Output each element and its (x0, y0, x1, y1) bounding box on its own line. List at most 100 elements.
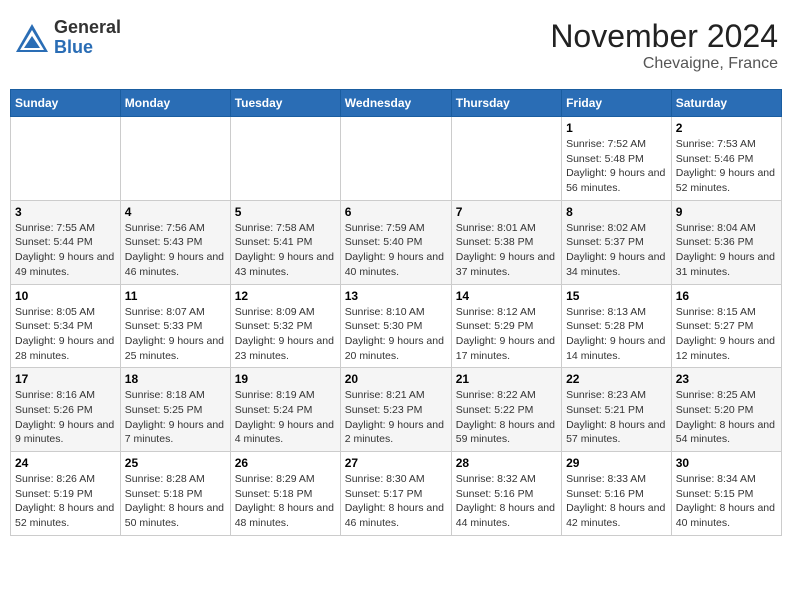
calendar-table: SundayMondayTuesdayWednesdayThursdayFrid… (10, 89, 782, 536)
calendar-cell: 29 Sunrise: 8:33 AM Sunset: 5:16 PM Dayli… (562, 452, 672, 536)
weekday-header: Monday (120, 90, 230, 117)
calendar-week-row: 10 Sunrise: 8:05 AM Sunset: 5:34 PM Dayli… (11, 284, 782, 368)
day-info: Sunrise: 8:29 AM Sunset: 5:18 PM Dayligh… (235, 472, 336, 531)
day-number: 3 (15, 205, 116, 219)
logo-general: General (54, 18, 121, 38)
calendar-cell: 11 Sunrise: 8:07 AM Sunset: 5:33 PM Dayli… (120, 284, 230, 368)
day-info: Sunrise: 8:34 AM Sunset: 5:15 PM Dayligh… (676, 472, 777, 531)
day-number: 7 (456, 205, 557, 219)
day-info: Sunrise: 8:10 AM Sunset: 5:30 PM Dayligh… (345, 305, 447, 364)
day-number: 23 (676, 372, 777, 386)
calendar-cell: 23 Sunrise: 8:25 AM Sunset: 5:20 PM Dayli… (671, 368, 781, 452)
day-number: 28 (456, 456, 557, 470)
day-info: Sunrise: 7:55 AM Sunset: 5:44 PM Dayligh… (15, 221, 116, 280)
calendar-cell: 30 Sunrise: 8:34 AM Sunset: 5:15 PM Dayli… (671, 452, 781, 536)
calendar-cell (230, 117, 340, 201)
calendar-cell: 21 Sunrise: 8:22 AM Sunset: 5:22 PM Dayli… (451, 368, 561, 452)
day-number: 2 (676, 121, 777, 135)
day-info: Sunrise: 8:32 AM Sunset: 5:16 PM Dayligh… (456, 472, 557, 531)
day-info: Sunrise: 8:07 AM Sunset: 5:33 PM Dayligh… (125, 305, 226, 364)
day-info: Sunrise: 8:18 AM Sunset: 5:25 PM Dayligh… (125, 388, 226, 447)
calendar-cell (11, 117, 121, 201)
title-area: November 2024 Chevaigne, France (550, 18, 778, 73)
day-info: Sunrise: 8:25 AM Sunset: 5:20 PM Dayligh… (676, 388, 777, 447)
logo-icon (14, 20, 50, 56)
logo-blue: Blue (54, 38, 121, 58)
day-info: Sunrise: 8:02 AM Sunset: 5:37 PM Dayligh… (566, 221, 667, 280)
calendar-week-row: 1Sunrise: 7:52 AM Sunset: 5:48 PM Daylig… (11, 117, 782, 201)
day-info: Sunrise: 8:16 AM Sunset: 5:26 PM Dayligh… (15, 388, 116, 447)
day-info: Sunrise: 7:56 AM Sunset: 5:43 PM Dayligh… (125, 221, 226, 280)
calendar-cell (451, 117, 561, 201)
calendar-cell: 3 Sunrise: 7:55 AM Sunset: 5:44 PM Daylig… (11, 200, 121, 284)
day-info: Sunrise: 8:33 AM Sunset: 5:16 PM Dayligh… (566, 472, 667, 531)
day-info: Sunrise: 8:13 AM Sunset: 5:28 PM Dayligh… (566, 305, 667, 364)
calendar-cell: 20Sunrise: 8:21 AM Sunset: 5:23 PM Dayli… (340, 368, 451, 452)
day-info: Sunrise: 8:23 AM Sunset: 5:21 PM Dayligh… (566, 388, 667, 447)
weekday-header: Saturday (671, 90, 781, 117)
calendar-cell: 5 Sunrise: 7:58 AM Sunset: 5:41 PM Daylig… (230, 200, 340, 284)
day-info: Sunrise: 8:01 AM Sunset: 5:38 PM Dayligh… (456, 221, 557, 280)
day-number: 30 (676, 456, 777, 470)
calendar-cell: 15 Sunrise: 8:13 AM Sunset: 5:28 PM Dayli… (562, 284, 672, 368)
day-number: 10 (15, 289, 116, 303)
calendar-cell: 10 Sunrise: 8:05 AM Sunset: 5:34 PM Dayli… (11, 284, 121, 368)
day-info: Sunrise: 8:21 AM Sunset: 5:23 PM Dayligh… (345, 388, 447, 447)
day-number: 5 (235, 205, 336, 219)
day-number: 9 (676, 205, 777, 219)
weekday-header: Wednesday (340, 90, 451, 117)
day-info: Sunrise: 8:09 AM Sunset: 5:32 PM Dayligh… (235, 305, 336, 364)
day-number: 24 (15, 456, 116, 470)
day-number: 12 (235, 289, 336, 303)
day-info: Sunrise: 8:19 AM Sunset: 5:24 PM Dayligh… (235, 388, 336, 447)
weekday-header: Sunday (11, 90, 121, 117)
calendar-cell: 25 Sunrise: 8:28 AM Sunset: 5:18 PM Dayli… (120, 452, 230, 536)
logo: General Blue (14, 18, 121, 58)
day-number: 21 (456, 372, 557, 386)
day-info: Sunrise: 8:22 AM Sunset: 5:22 PM Dayligh… (456, 388, 557, 447)
calendar-cell: 16Sunrise: 8:15 AM Sunset: 5:27 PM Dayli… (671, 284, 781, 368)
calendar-cell: 13 Sunrise: 8:10 AM Sunset: 5:30 PM Dayli… (340, 284, 451, 368)
calendar-cell: 26Sunrise: 8:29 AM Sunset: 5:18 PM Dayli… (230, 452, 340, 536)
day-number: 16 (676, 289, 777, 303)
logo-text: General Blue (54, 18, 121, 58)
page-header: General Blue November 2024 Chevaigne, Fr… (10, 10, 782, 81)
day-info: Sunrise: 8:12 AM Sunset: 5:29 PM Dayligh… (456, 305, 557, 364)
calendar-header-row: SundayMondayTuesdayWednesdayThursdayFrid… (11, 90, 782, 117)
day-number: 25 (125, 456, 226, 470)
day-number: 11 (125, 289, 226, 303)
calendar-week-row: 17 Sunrise: 8:16 AM Sunset: 5:26 PM Dayli… (11, 368, 782, 452)
day-info: Sunrise: 8:04 AM Sunset: 5:36 PM Dayligh… (676, 221, 777, 280)
day-info: Sunrise: 8:28 AM Sunset: 5:18 PM Dayligh… (125, 472, 226, 531)
day-info: Sunrise: 7:58 AM Sunset: 5:41 PM Dayligh… (235, 221, 336, 280)
weekday-header: Friday (562, 90, 672, 117)
day-info: Sunrise: 8:30 AM Sunset: 5:17 PM Dayligh… (345, 472, 447, 531)
calendar-cell: 4 Sunrise: 7:56 AM Sunset: 5:43 PM Daylig… (120, 200, 230, 284)
calendar-cell: 24 Sunrise: 8:26 AM Sunset: 5:19 PM Dayli… (11, 452, 121, 536)
calendar-cell: 2 Sunrise: 7:53 AM Sunset: 5:46 PM Daylig… (671, 117, 781, 201)
calendar-cell: 9 Sunrise: 8:04 AM Sunset: 5:36 PM Daylig… (671, 200, 781, 284)
calendar-cell: 19Sunrise: 8:19 AM Sunset: 5:24 PM Dayli… (230, 368, 340, 452)
day-info: Sunrise: 8:26 AM Sunset: 5:19 PM Dayligh… (15, 472, 116, 531)
day-info: Sunrise: 7:53 AM Sunset: 5:46 PM Dayligh… (676, 137, 777, 196)
calendar-cell: 27Sunrise: 8:30 AM Sunset: 5:17 PM Dayli… (340, 452, 451, 536)
calendar-cell: 7 Sunrise: 8:01 AM Sunset: 5:38 PM Daylig… (451, 200, 561, 284)
calendar-cell: 17 Sunrise: 8:16 AM Sunset: 5:26 PM Dayli… (11, 368, 121, 452)
day-number: 13 (345, 289, 447, 303)
calendar-cell: 18 Sunrise: 8:18 AM Sunset: 5:25 PM Dayli… (120, 368, 230, 452)
day-number: 4 (125, 205, 226, 219)
day-info: Sunrise: 7:59 AM Sunset: 5:40 PM Dayligh… (345, 221, 447, 280)
day-number: 29 (566, 456, 667, 470)
day-number: 14 (456, 289, 557, 303)
calendar-cell: 12 Sunrise: 8:09 AM Sunset: 5:32 PM Dayli… (230, 284, 340, 368)
weekday-header: Tuesday (230, 90, 340, 117)
calendar-cell: 14 Sunrise: 8:12 AM Sunset: 5:29 PM Dayli… (451, 284, 561, 368)
day-number: 17 (15, 372, 116, 386)
calendar-week-row: 3 Sunrise: 7:55 AM Sunset: 5:44 PM Daylig… (11, 200, 782, 284)
calendar-cell: 8 Sunrise: 8:02 AM Sunset: 5:37 PM Daylig… (562, 200, 672, 284)
day-number: 8 (566, 205, 667, 219)
day-info: Sunrise: 8:05 AM Sunset: 5:34 PM Dayligh… (15, 305, 116, 364)
day-number: 18 (125, 372, 226, 386)
day-info: Sunrise: 7:52 AM Sunset: 5:48 PM Dayligh… (566, 137, 667, 196)
day-number: 15 (566, 289, 667, 303)
